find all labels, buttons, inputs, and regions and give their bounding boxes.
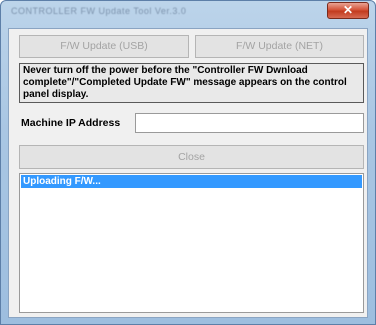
dialog-body: F/W Update (USB) F/W Update (NET) Never … [8,28,368,318]
close-icon: ✕ [342,3,354,17]
warning-message: Never turn off the power before the "Con… [19,63,364,103]
close-button[interactable]: Close [19,145,364,169]
fw-update-usb-button[interactable]: F/W Update (USB) [19,35,189,58]
window-title: CONTROLLER FW Update Tool Ver.3.0 [11,6,187,16]
status-log[interactable]: Uploading F/W... [19,173,364,313]
ip-address-label: Machine IP Address [21,117,121,129]
window-close-button[interactable]: ✕ [327,2,369,19]
ip-address-input[interactable] [135,113,364,133]
log-item[interactable]: Uploading F/W... [21,175,362,188]
fw-update-net-button[interactable]: F/W Update (NET) [195,35,364,58]
app-window: CONTROLLER FW Update Tool Ver.3.0 ✕ F/W … [0,0,376,325]
title-bar[interactable]: CONTROLLER FW Update Tool Ver.3.0 ✕ [1,1,375,25]
